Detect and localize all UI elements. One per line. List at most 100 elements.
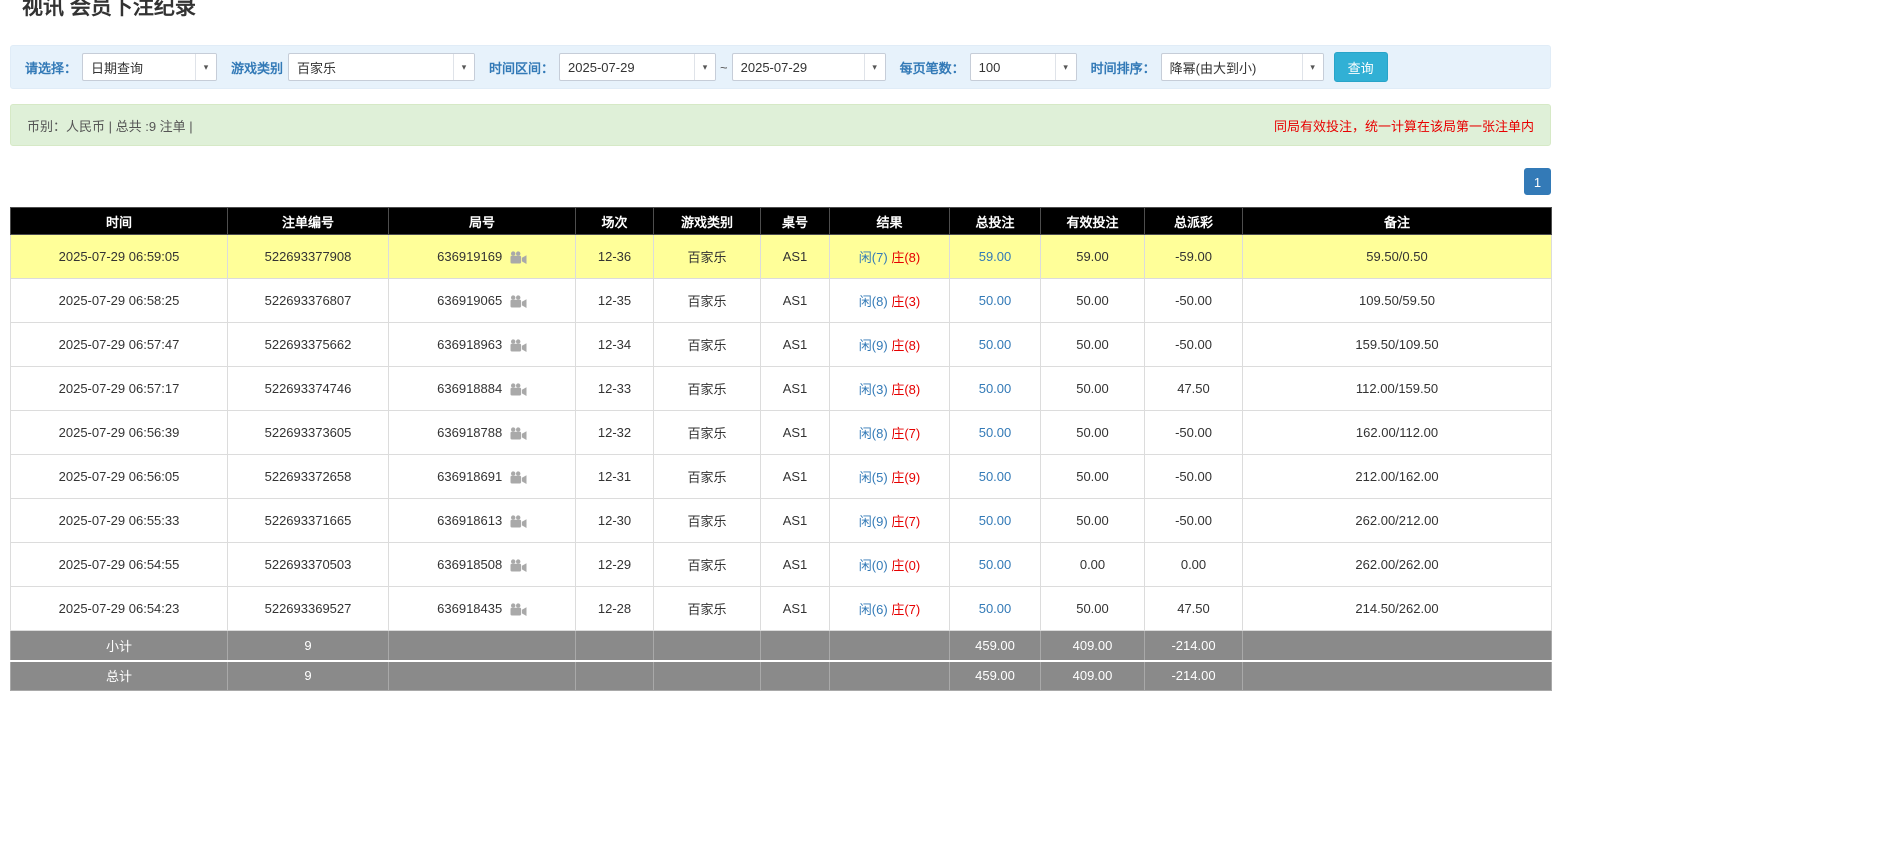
video-replay-icon[interactable] — [510, 427, 527, 441]
total-bet-link[interactable]: 50.00 — [979, 601, 1012, 616]
result-banker: 庄(8) — [891, 382, 921, 397]
cell-time: 2025-07-29 06:56:39 — [10, 410, 228, 455]
date-to-input[interactable]: 2025-07-29 ▾ — [731, 53, 886, 81]
result-banker: 庄(7) — [891, 514, 921, 529]
cell-time: 2025-07-29 06:55:33 — [10, 498, 228, 543]
chevron-down-icon[interactable]: ▾ — [1301, 54, 1323, 80]
page-size-select[interactable]: 100 ▾ — [969, 53, 1077, 81]
filter-bar: 请选择： 日期查询 ▾ 游戏类别 百家乐 ▾ 时间区间： 2025-07-29 … — [10, 45, 1551, 89]
empty-cell — [829, 659, 950, 691]
chevron-down-icon[interactable]: ▾ — [453, 54, 475, 80]
cell-round-id: 636919065 — [388, 278, 576, 323]
cell-session: 12-28 — [575, 586, 654, 631]
cell-valid-bet: 59.00 — [1040, 234, 1145, 279]
cell-game-type: 百家乐 — [653, 410, 761, 455]
cell-session: 12-35 — [575, 278, 654, 323]
cell-session: 12-30 — [575, 498, 654, 543]
cell-total-bet: 50.00 — [949, 498, 1041, 543]
cell-round-id: 636918508 — [388, 542, 576, 587]
cell-payout: -50.00 — [1144, 278, 1243, 323]
summary-note: 同局有效投注，统一计算在该局第一张注单内 — [1273, 118, 1534, 134]
cell-table-no: AS1 — [760, 454, 830, 499]
video-replay-icon[interactable] — [510, 471, 527, 485]
total-bet-link[interactable]: 59.00 — [979, 249, 1012, 264]
query-type-value: 日期查询 — [91, 60, 144, 76]
result-banker: 庄(0) — [891, 558, 921, 573]
result-banker: 庄(7) — [891, 602, 921, 617]
cell-bet-id: 522693377908 — [227, 234, 389, 279]
video-replay-icon[interactable] — [510, 339, 527, 353]
column-header: 场次 — [575, 207, 654, 235]
time-sort-value: 降幂(由大到小) — [1169, 60, 1257, 76]
cell-valid-bet: 50.00 — [1040, 278, 1145, 323]
cell-round-id: 636918884 — [388, 366, 576, 411]
cell-valid-bet: 50.00 — [1040, 498, 1145, 543]
cell-result: 闲(9) 庄(7) — [829, 498, 950, 543]
column-header: 总派彩 — [1144, 207, 1243, 235]
empty-cell — [653, 630, 761, 661]
page-1-button[interactable]: 1 — [1524, 168, 1551, 195]
cell-game-type: 百家乐 — [653, 278, 761, 323]
cell-note: 262.00/212.00 — [1242, 498, 1552, 543]
cell-round-id: 636918435 — [388, 586, 576, 631]
table-row: 2025-07-29 06:56:05 522693372658 636918691… — [10, 454, 1552, 499]
chevron-down-icon[interactable]: ▾ — [694, 54, 716, 80]
chevron-down-icon[interactable]: ▾ — [1054, 54, 1076, 80]
empty-cell — [760, 630, 830, 661]
result-banker: 庄(9) — [891, 470, 921, 485]
cell-round-id: 636918691 — [388, 454, 576, 499]
cell-table-no: AS1 — [760, 278, 830, 323]
cell-note: 262.00/262.00 — [1242, 542, 1552, 587]
result-player: 闲(8) — [858, 426, 888, 441]
date-from-input[interactable]: 2025-07-29 ▾ — [559, 53, 717, 81]
total-bet-link[interactable]: 50.00 — [979, 513, 1012, 528]
cell-result: 闲(8) 庄(7) — [829, 410, 950, 455]
total-payout: -214.00 — [1144, 659, 1243, 691]
search-button[interactable]: 查询 — [1333, 52, 1388, 82]
chevron-down-icon[interactable]: ▾ — [863, 54, 885, 80]
video-replay-icon[interactable] — [510, 559, 527, 573]
cell-table-no: AS1 — [760, 586, 830, 631]
video-replay-icon[interactable] — [510, 295, 527, 309]
total-bet-link[interactable]: 50.00 — [979, 337, 1012, 352]
column-header: 桌号 — [760, 207, 830, 235]
game-type-value: 百家乐 — [297, 60, 337, 76]
total-bet-link[interactable]: 50.00 — [979, 557, 1012, 572]
cell-table-no: AS1 — [760, 542, 830, 587]
result-player: 闲(6) — [858, 602, 888, 617]
cell-note: 59.50/0.50 — [1242, 234, 1552, 279]
column-header: 时间 — [10, 207, 228, 235]
video-replay-icon[interactable] — [510, 515, 527, 529]
subtotal-valid-bet: 409.00 — [1040, 630, 1145, 661]
chevron-down-icon[interactable]: ▾ — [195, 54, 217, 80]
cell-note: 214.50/262.00 — [1242, 586, 1552, 631]
video-replay-icon[interactable] — [510, 603, 527, 617]
cell-bet-id: 522693371665 — [227, 498, 389, 543]
query-type-select[interactable]: 日期查询 ▾ — [82, 53, 218, 81]
cell-valid-bet: 50.00 — [1040, 322, 1145, 367]
cell-bet-id: 522693372658 — [227, 454, 389, 499]
cell-valid-bet: 50.00 — [1040, 366, 1145, 411]
total-bet-link[interactable]: 50.00 — [979, 425, 1012, 440]
time-sort-select[interactable]: 降幂(由大到小) ▾ — [1160, 53, 1324, 81]
cell-payout: -50.00 — [1144, 322, 1243, 367]
game-type-select[interactable]: 百家乐 ▾ — [288, 53, 476, 81]
cell-time: 2025-07-29 06:58:25 — [10, 278, 228, 323]
table-row: 2025-07-29 06:59:05 522693377908 636919169… — [10, 234, 1552, 279]
cell-time: 2025-07-29 06:57:17 — [10, 366, 228, 411]
cell-game-type: 百家乐 — [653, 542, 761, 587]
total-total-bet: 459.00 — [949, 659, 1041, 691]
summary-currency-count: 币别：人民币 | 总共 :9 注单 | — [27, 118, 193, 134]
cell-payout: -50.00 — [1144, 410, 1243, 455]
date-from-value: 2025-07-29 — [568, 59, 635, 75]
summary-bar: 币别：人民币 | 总共 :9 注单 | 同局有效投注，统一计算在该局第一张注单内 — [10, 104, 1551, 146]
cell-note: 162.00/112.00 — [1242, 410, 1552, 455]
video-replay-icon[interactable] — [510, 383, 527, 397]
page-title: 视讯 会员下注纪录 — [22, 0, 196, 19]
total-bet-link[interactable]: 50.00 — [979, 381, 1012, 396]
cell-bet-id: 522693375662 — [227, 322, 389, 367]
total-bet-link[interactable]: 50.00 — [979, 469, 1012, 484]
video-replay-icon[interactable] — [510, 251, 527, 265]
total-bet-link[interactable]: 50.00 — [979, 293, 1012, 308]
cell-time: 2025-07-29 06:56:05 — [10, 454, 228, 499]
